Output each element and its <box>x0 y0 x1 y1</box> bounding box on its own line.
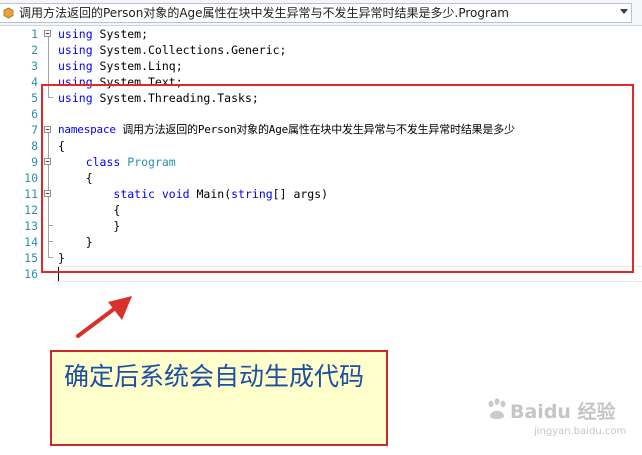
line-number: 14 <box>24 235 38 249</box>
watermark-brand: Baidu 经验 <box>510 401 616 423</box>
annotation-callout: 确定后系统会自动生成代码 <box>50 350 388 446</box>
line-number: 13 <box>24 219 38 233</box>
member-selector-edge[interactable] <box>633 3 642 23</box>
line-number: 10 <box>24 171 38 185</box>
line-number-gutter: 1 2 3 4 5 6 7 8 9 10 11 12 13 14 15 16 <box>0 26 38 455</box>
line-number: 4 <box>31 75 38 89</box>
line-number: 12 <box>24 203 38 217</box>
code-line: using System.Linq; <box>58 58 183 74</box>
paw-logo-icon <box>488 398 506 419</box>
line-number: 1 <box>31 27 38 41</box>
line-number: 15 <box>24 251 38 265</box>
chevron-down-icon[interactable] <box>620 9 628 14</box>
annotation-text: 确定后系统会自动生成代码 <box>64 362 365 391</box>
code-text: System.Collections.Generic; <box>92 43 287 57</box>
line-number: 8 <box>31 139 38 153</box>
code-line: using System; <box>58 26 148 42</box>
line-number: 3 <box>31 59 38 73</box>
highlight-rectangle <box>41 84 634 273</box>
line-number: 9 <box>31 155 38 169</box>
class-selector-dropdown[interactable]: 调用方法返回的Person对象的Age属性在块中发生异常与不发生异常时结果是多少… <box>0 3 632 23</box>
line-number: 16 <box>24 267 38 281</box>
pointer-arrow-icon <box>76 296 132 338</box>
code-text: System; <box>92 27 149 41</box>
keyword: using <box>58 59 93 73</box>
class-selector-label: 调用方法返回的Person对象的Age属性在块中发生异常与不发生异常时结果是多少… <box>19 6 509 20</box>
line-number: 7 <box>31 123 38 137</box>
line-number: 2 <box>31 43 38 57</box>
line-number: 11 <box>24 187 38 201</box>
navigation-bar: 调用方法返回的Person对象的Age属性在块中发生异常与不发生异常时结果是多少… <box>0 0 642 26</box>
keyword: using <box>58 27 93 41</box>
watermark-url: jingyan.baidu.com <box>534 426 627 437</box>
keyword: using <box>58 43 93 57</box>
line-number: 5 <box>31 91 38 105</box>
class-icon <box>3 7 14 19</box>
code-text: System.Linq; <box>92 59 183 73</box>
collapse-toggle-icon[interactable] <box>44 30 51 37</box>
line-number: 6 <box>31 107 38 121</box>
baidu-watermark: Baidu 经验 jingyan.baidu.com <box>482 396 642 455</box>
code-line: using System.Collections.Generic; <box>58 42 287 58</box>
